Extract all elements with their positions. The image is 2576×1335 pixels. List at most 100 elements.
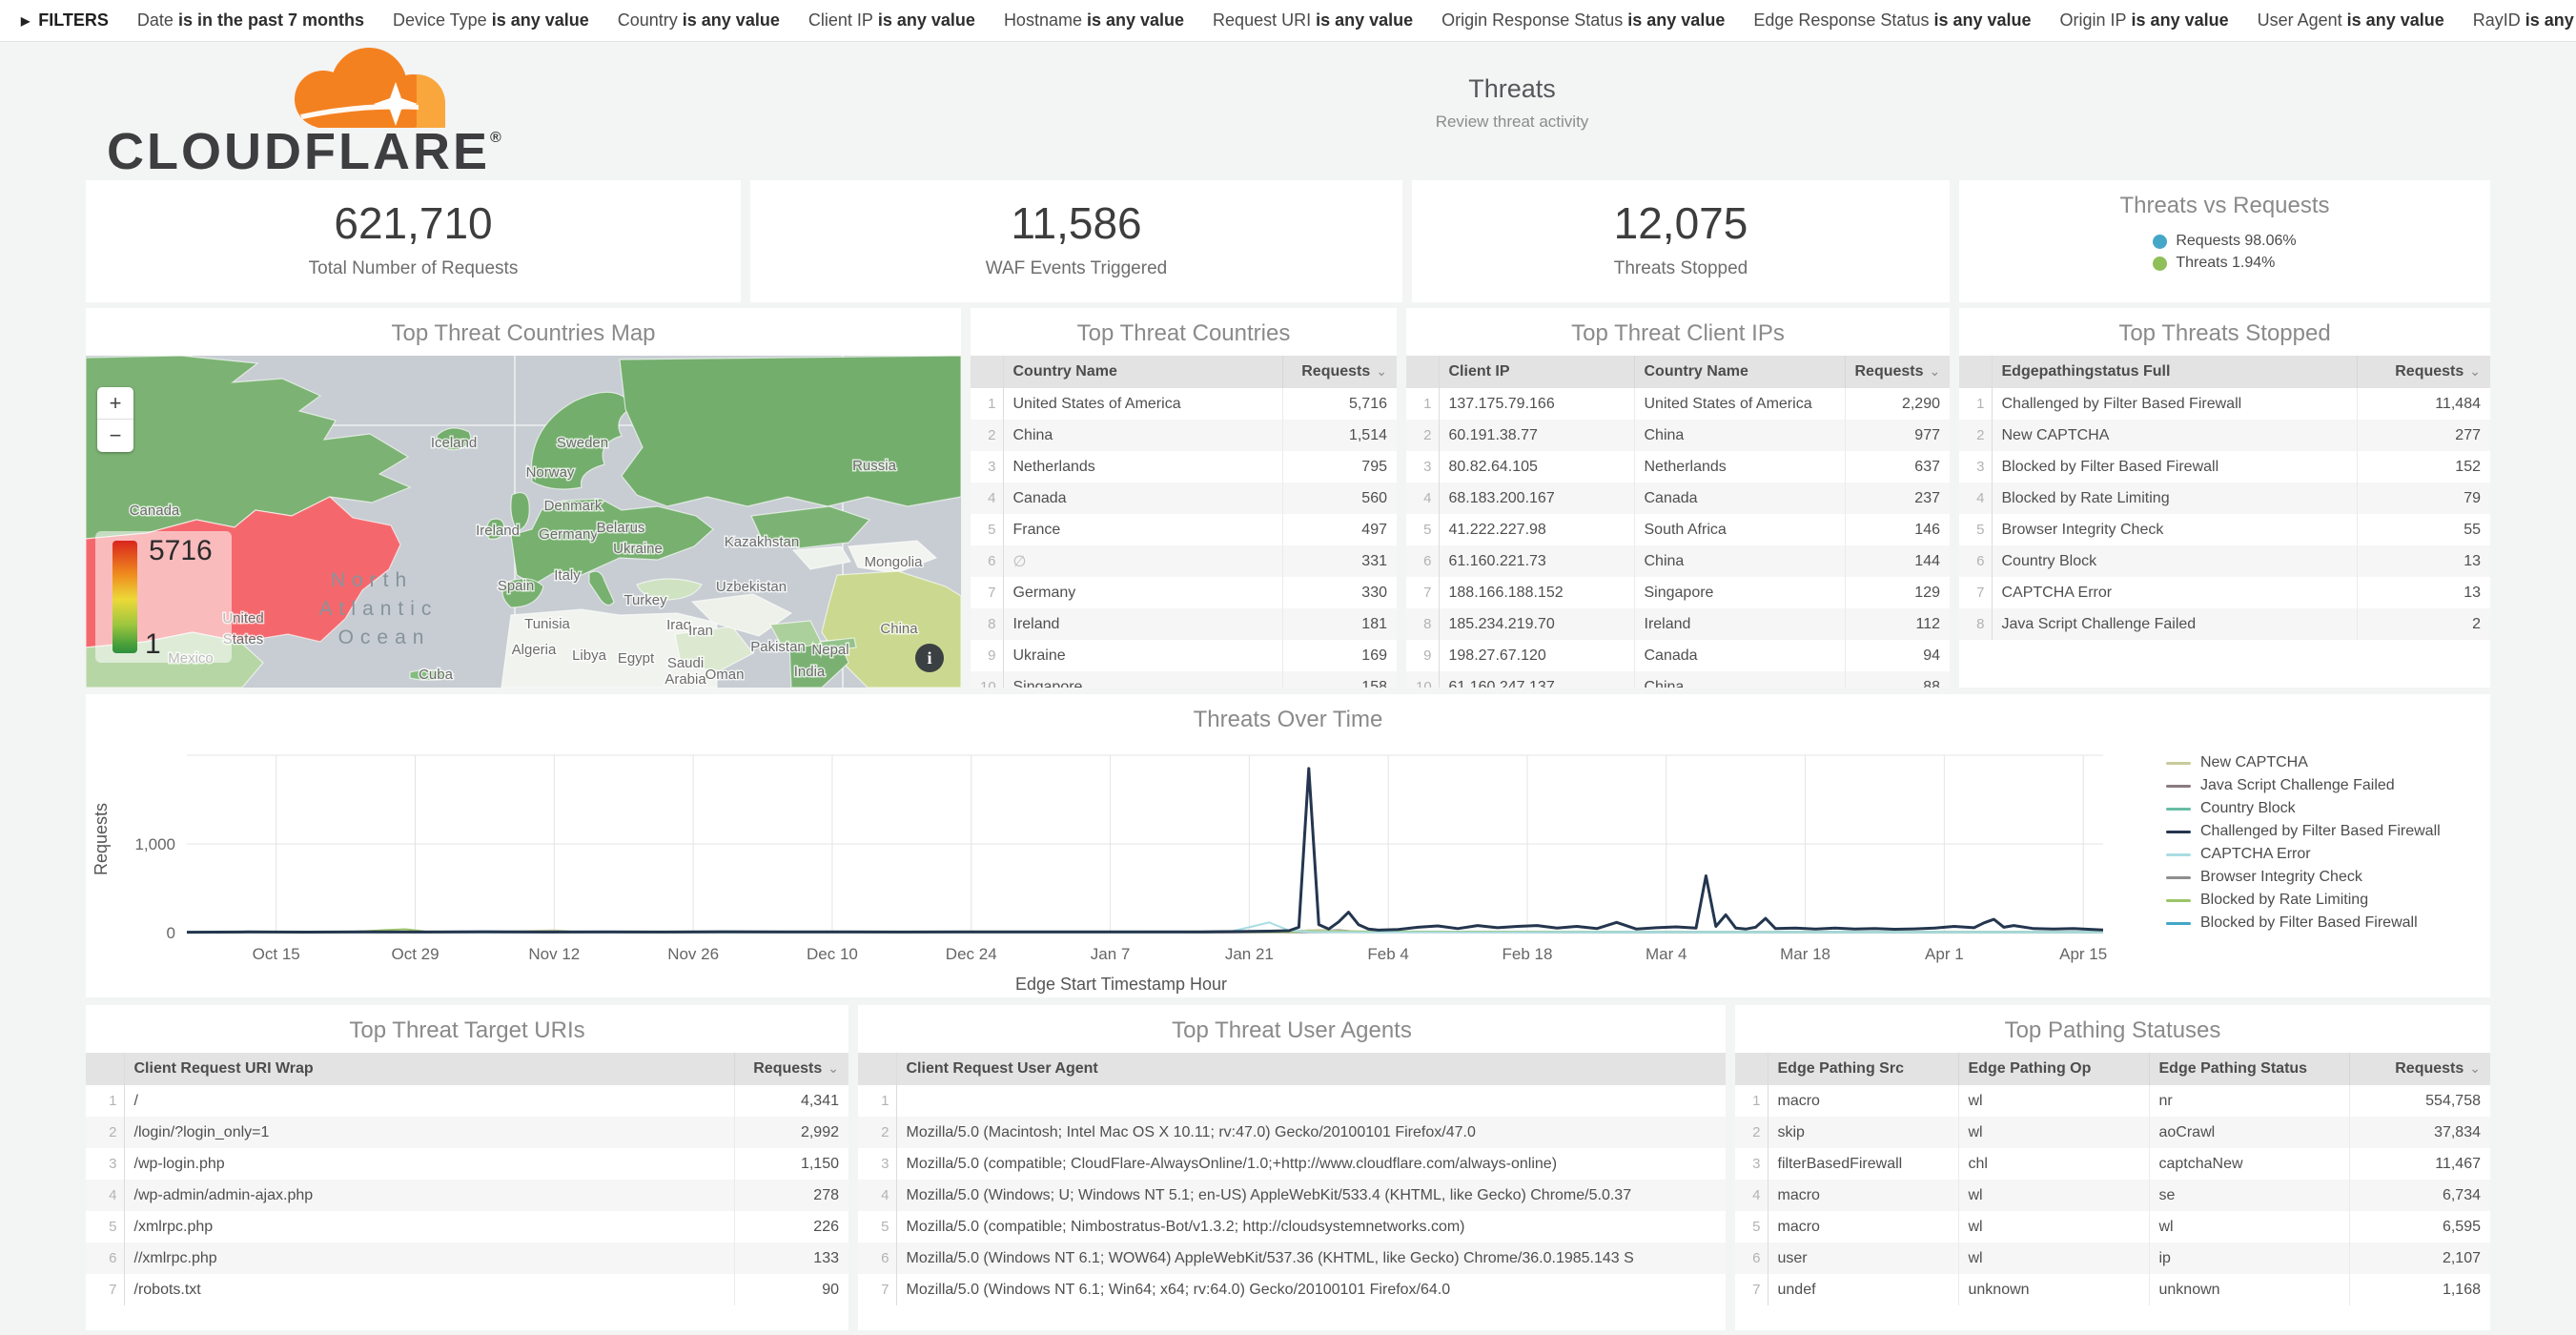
table-row[interactable]: 260.191.38.77China977: [1406, 420, 1950, 451]
table-row[interactable]: 7undefunknownunknown1,168: [1735, 1274, 2490, 1305]
table-row[interactable]: 5Browser Integrity Check55: [1959, 514, 2490, 545]
table-row[interactable]: 1137.175.79.166United States of America2…: [1406, 388, 1950, 420]
column-header[interactable]: Requests⌄: [1845, 356, 1950, 388]
table-row[interactable]: 7Mozilla/5.0 (Windows NT 6.1; Win64; x64…: [858, 1274, 1726, 1305]
table-row[interactable]: 3filterBasedFirewallchlcaptchaNew11,467: [1735, 1148, 2490, 1180]
table-cell: 144: [1845, 545, 1950, 577]
table-row[interactable]: 4macrowlse6,734: [1735, 1180, 2490, 1211]
table-row[interactable]: 7/robots.txt90: [86, 1274, 848, 1305]
table-row[interactable]: 10Singapore158: [971, 671, 1397, 688]
column-header[interactable]: Requests⌄: [2357, 356, 2490, 388]
filter-item[interactable]: Client IPis any value: [808, 10, 975, 31]
column-header[interactable]: Requests⌄: [1282, 356, 1397, 388]
table-cell: China: [1634, 420, 1845, 451]
table-row[interactable]: 3Netherlands795: [971, 451, 1397, 483]
table-row[interactable]: 661.160.221.73China144: [1406, 545, 1950, 577]
table-cell: 795: [1282, 451, 1397, 483]
filter-item[interactable]: RayIDis any val…: [2473, 10, 2576, 31]
top-threat-countries-table: Country NameRequests⌄1United States of A…: [971, 356, 1397, 688]
row-number: 6: [86, 1243, 124, 1274]
table-row[interactable]: 5Mozilla/5.0 (compatible; Nimbostratus-B…: [858, 1211, 1726, 1243]
table-row[interactable]: 2New CAPTCHA277: [1959, 420, 2490, 451]
filter-item[interactable]: Request URIis any value: [1213, 10, 1413, 31]
table-row[interactable]: 6Country Block13: [1959, 545, 2490, 577]
row-number: 5: [971, 514, 1003, 545]
map-info-icon[interactable]: i: [915, 644, 944, 672]
table-row[interactable]: 3/wp-login.php1,150: [86, 1148, 848, 1180]
filter-item[interactable]: User Agentis any value: [2258, 10, 2444, 31]
table-row[interactable]: 8Ireland181: [971, 608, 1397, 640]
table-row[interactable]: 2skipwlaoCrawl37,834: [1735, 1117, 2490, 1148]
card-title: Threats vs Requests: [1959, 193, 2490, 219]
table-cell: Netherlands: [1003, 451, 1282, 483]
row-number: 3: [1406, 451, 1439, 483]
table-cell: Canada: [1003, 483, 1282, 514]
column-header[interactable]: Requests⌄: [2349, 1053, 2490, 1085]
table-row[interactable]: 8Java Script Challenge Failed2: [1959, 608, 2490, 640]
table-row[interactable]: 380.82.64.105Netherlands637: [1406, 451, 1950, 483]
table-cell: nr: [2149, 1085, 2349, 1117]
table-row[interactable]: 6∅331: [971, 545, 1397, 577]
table-cell: Singapore: [1003, 671, 1282, 688]
filter-item[interactable]: Hostnameis any value: [1004, 10, 1184, 31]
table-row[interactable]: 4Canada560: [971, 483, 1397, 514]
filter-item[interactable]: Dateis in the past 7 months: [137, 10, 364, 31]
filters-toggle[interactable]: ▶ FILTERS: [21, 10, 109, 31]
table-row[interactable]: 2/login/?login_only=12,992: [86, 1117, 848, 1148]
table-row[interactable]: 4Mozilla/5.0 (Windows; U; Windows NT 5.1…: [858, 1180, 1726, 1211]
column-header[interactable]: Requests⌄: [734, 1053, 848, 1085]
table-row[interactable]: 2Mozilla/5.0 (Macintosh; Intel Mac OS X …: [858, 1117, 1726, 1148]
table-cell: 2,107: [2349, 1243, 2490, 1274]
table-row[interactable]: 5macrowlwl6,595: [1735, 1211, 2490, 1243]
table-row[interactable]: 1: [858, 1085, 1726, 1117]
table-cell: China: [1003, 420, 1282, 451]
table-row[interactable]: 468.183.200.167Canada237: [1406, 483, 1950, 514]
table-row[interactable]: 3Mozilla/5.0 (compatible; CloudFlare-Alw…: [858, 1148, 1726, 1180]
table-row[interactable]: 6userwlip2,107: [1735, 1243, 2490, 1274]
filter-item[interactable]: Device Typeis any value: [393, 10, 589, 31]
table-cell: /xmlrpc.php: [124, 1211, 734, 1243]
column-header: Client IP: [1439, 356, 1634, 388]
threats-over-time-plot[interactable]: 01,000Oct 15Oct 29Nov 12Nov 26Dec 10Dec …: [120, 742, 2122, 971]
filter-item[interactable]: Origin Response Statusis any value: [1441, 10, 1725, 31]
table-row[interactable]: 1macrowlnr554,758: [1735, 1085, 2490, 1117]
table-row[interactable]: 3Blocked by Filter Based Firewall152: [1959, 451, 2490, 483]
chart-legend-item: Country Block: [2166, 797, 2483, 820]
filter-item[interactable]: Origin IPis any value: [2060, 10, 2229, 31]
table-row[interactable]: 9Ukraine169: [971, 640, 1397, 671]
table-row[interactable]: 8185.234.219.70Ireland112: [1406, 608, 1950, 640]
map-country-label: Germany: [539, 526, 598, 543]
table-row[interactable]: 5/xmlrpc.php226: [86, 1211, 848, 1243]
table-row[interactable]: 1Challenged by Filter Based Firewall11,4…: [1959, 388, 2490, 420]
table-row[interactable]: 6//xmlrpc.php133: [86, 1243, 848, 1274]
filter-item[interactable]: Edge Response Statusis any value: [1753, 10, 2031, 31]
table-row[interactable]: 6Mozilla/5.0 (Windows NT 6.1; WOW64) App…: [858, 1243, 1726, 1274]
map-zoom-in-button[interactable]: +: [97, 387, 133, 420]
table-cell: 1,514: [1282, 420, 1397, 451]
table-row[interactable]: 4Blocked by Rate Limiting79: [1959, 483, 2490, 514]
table-cell: Canada: [1634, 483, 1845, 514]
top-threat-target-uris-card: Top Threat Target URIs Client Request UR…: [86, 1005, 848, 1330]
world-map[interactable]: CanadaUnitedStatesMexicoCubaIcelandIrela…: [86, 356, 961, 688]
table-cell: filterBasedFirewall: [1768, 1148, 1958, 1180]
table-row[interactable]: 1/4,341: [86, 1085, 848, 1117]
table-row[interactable]: 1061.160.247.137China88: [1406, 671, 1950, 688]
table-row[interactable]: 7Germany330: [971, 577, 1397, 608]
map-zoom-out-button[interactable]: −: [97, 420, 133, 452]
table-row[interactable]: 1United States of America5,716: [971, 388, 1397, 420]
table-cell: 277: [2357, 420, 2490, 451]
filter-item[interactable]: Countryis any value: [618, 10, 780, 31]
table-row[interactable]: 7CAPTCHA Error13: [1959, 577, 2490, 608]
table-cell: 79: [2357, 483, 2490, 514]
map-country-label: Italy: [554, 567, 581, 584]
row-number: 4: [1406, 483, 1439, 514]
table-row[interactable]: 2China1,514: [971, 420, 1397, 451]
table-row[interactable]: 7188.166.188.152Singapore129: [1406, 577, 1950, 608]
row-number: 5: [86, 1211, 124, 1243]
table-row[interactable]: 4/wp-admin/admin-ajax.php278: [86, 1180, 848, 1211]
table-cell: chl: [1958, 1148, 2149, 1180]
table-row[interactable]: 541.222.227.98South Africa146: [1406, 514, 1950, 545]
table-cell: /robots.txt: [124, 1274, 734, 1305]
table-row[interactable]: 5France497: [971, 514, 1397, 545]
table-row[interactable]: 9198.27.67.120Canada94: [1406, 640, 1950, 671]
